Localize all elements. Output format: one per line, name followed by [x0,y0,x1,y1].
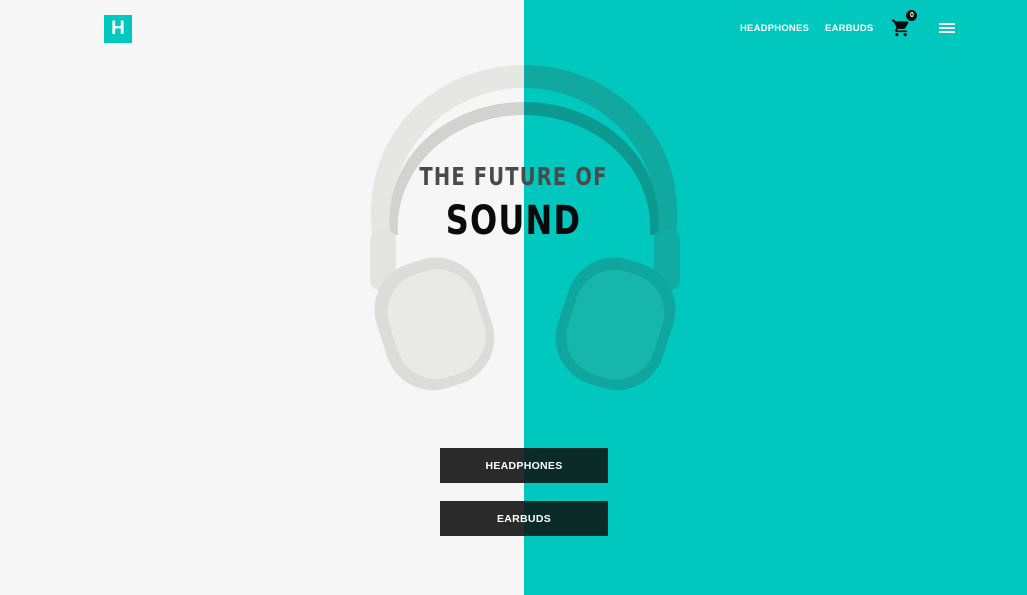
earbuds-button[interactable]: EARBUDS [440,501,608,536]
hero-title: SOUND [445,198,582,244]
headphones-button-label: HEADPHONES [485,459,563,472]
logo[interactable]: H [104,15,132,43]
hero-subtitle: THE FUTURE OF [419,162,608,191]
hamburger-menu-icon[interactable] [939,21,956,35]
headphones-button[interactable]: HEADPHONES [440,448,608,483]
cart-count-badge: 0 [906,10,918,21]
logo-letter: H [111,18,125,39]
earbuds-button-label: EARBUDS [496,512,552,525]
top-nav: HEADPHONES EARBUDS 0 [740,0,956,56]
cart-button[interactable]: 0 [891,10,918,38]
nav-link-earbuds[interactable]: EARBUDS [825,23,873,34]
cart-icon [892,19,909,37]
nav-link-headphones[interactable]: HEADPHONES [740,23,809,34]
